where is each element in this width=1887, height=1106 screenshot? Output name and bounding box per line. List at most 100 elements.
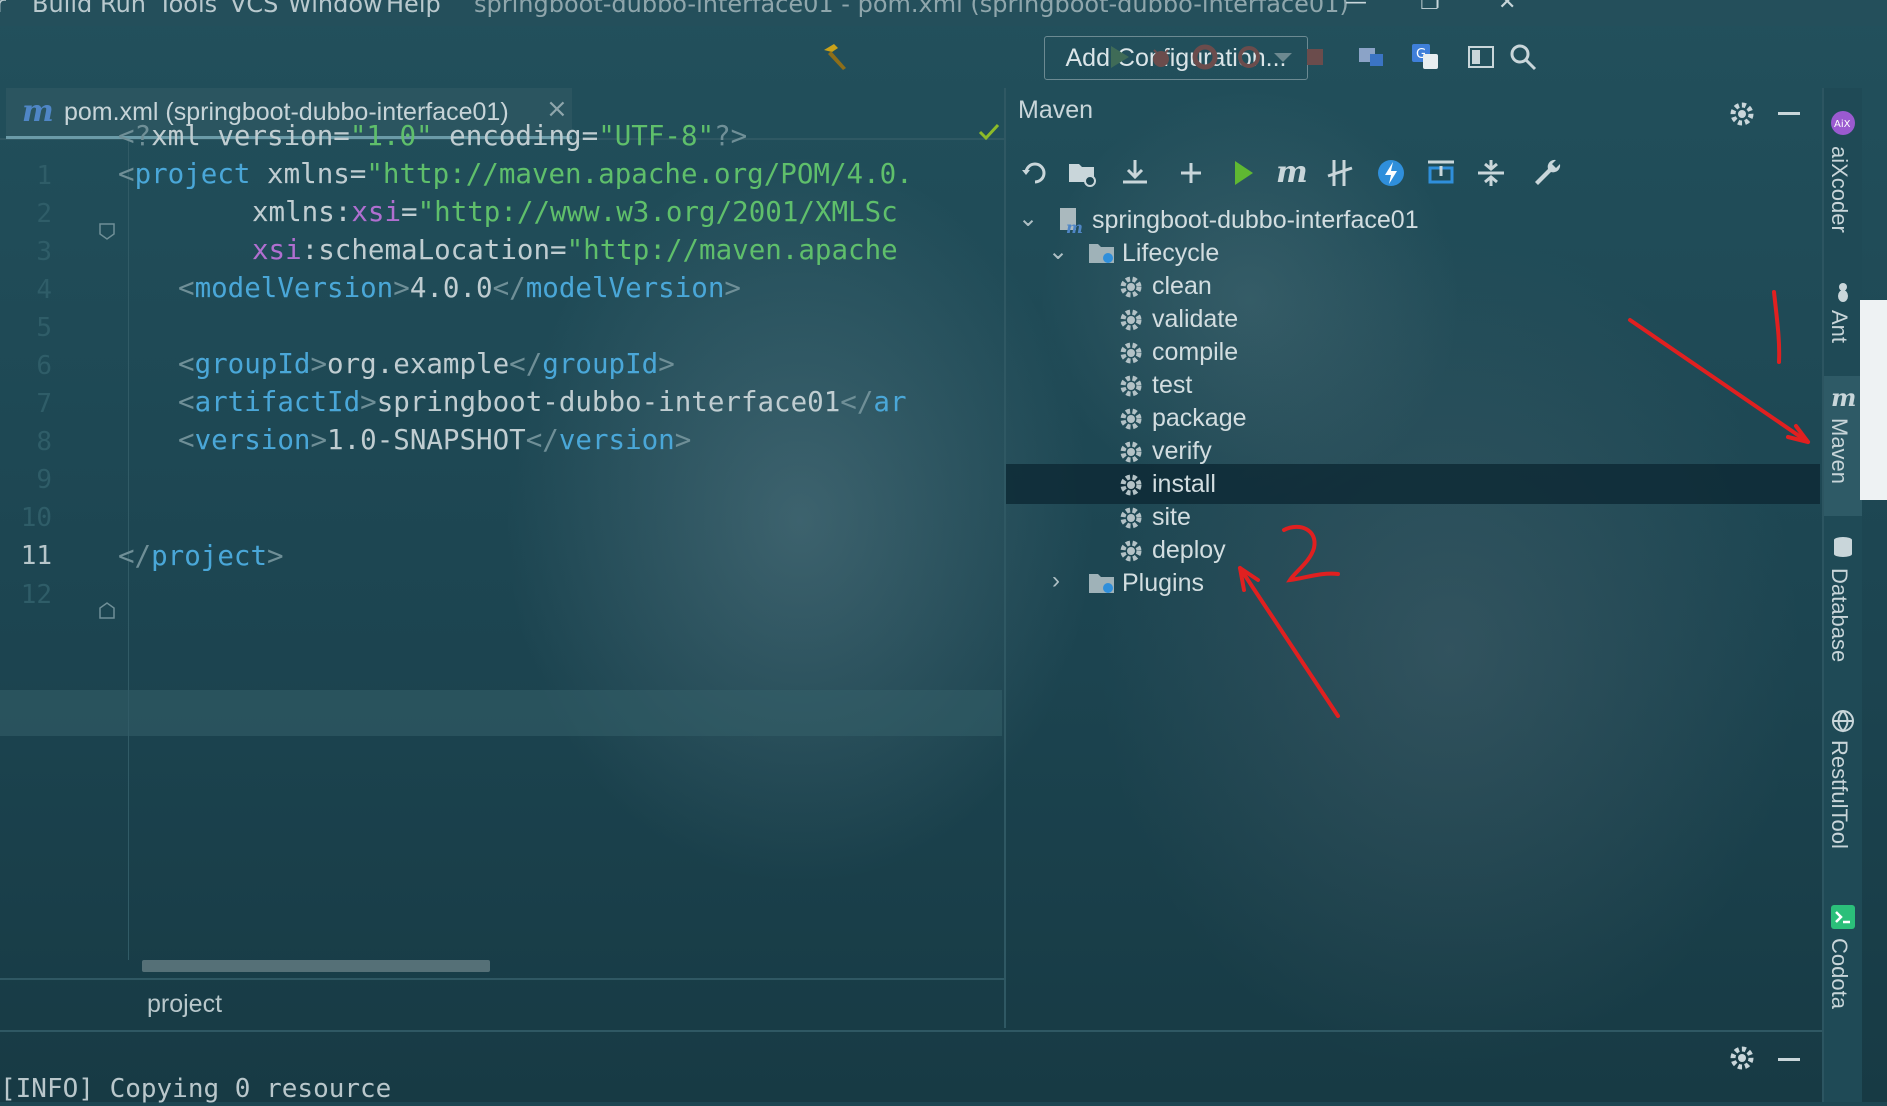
phase-gear-icon bbox=[1120, 540, 1142, 562]
hide-panel-icon[interactable] bbox=[1778, 112, 1800, 115]
editor-pane: m pom.xml (springboot-dubbo-interface01)… bbox=[0, 88, 1006, 1028]
generate-sources-icon[interactable] bbox=[1066, 156, 1100, 190]
line-number: 12 bbox=[20, 580, 52, 610]
skip-tests-icon[interactable] bbox=[1374, 156, 1408, 190]
chevron-down-icon[interactable]: ⌄ bbox=[1018, 204, 1038, 233]
code-line-7[interactable]: <groupId>org.example</groupId> bbox=[178, 348, 675, 380]
code-line-12[interactable]: </project> bbox=[118, 540, 284, 572]
code-line-2[interactable]: <project xmlns="http://maven.apache.org/… bbox=[118, 158, 913, 190]
debug-icon[interactable] bbox=[1146, 42, 1176, 72]
add-icon[interactable] bbox=[1174, 156, 1208, 190]
execute-goal-icon[interactable]: m bbox=[1274, 156, 1308, 190]
tree-lifecycle-label: Lifecycle bbox=[1122, 239, 1220, 267]
chevron-down-icon[interactable] bbox=[1268, 42, 1298, 72]
maven-panel-title: Maven bbox=[1018, 96, 1094, 124]
build-hammer-icon[interactable] bbox=[820, 42, 850, 72]
bottom-panel: [INFO] Copying 0 resource bbox=[0, 1030, 1822, 1104]
menu-run[interactable]: Run bbox=[100, 0, 146, 18]
toggle-offline-icon[interactable] bbox=[1324, 156, 1358, 190]
hide-panel-icon[interactable] bbox=[1778, 1058, 1800, 1061]
phase-label: install bbox=[1152, 470, 1216, 498]
stop-icon[interactable] bbox=[1300, 42, 1330, 72]
tool-aixcoder[interactable]: aiXcoder bbox=[1826, 146, 1852, 233]
coverage-icon[interactable] bbox=[1190, 42, 1220, 72]
phase-label: deploy bbox=[1152, 536, 1226, 564]
menu-build[interactable]: Build bbox=[32, 0, 92, 18]
line-number: 5 bbox=[36, 313, 52, 343]
tool-ant[interactable]: Ant bbox=[1826, 310, 1852, 343]
background-window-fragment bbox=[1860, 300, 1887, 500]
phase-label: clean bbox=[1152, 272, 1212, 300]
folder-icon bbox=[1089, 244, 1114, 263]
line-number: 9 bbox=[36, 465, 52, 495]
maven-toolbar: m bbox=[1006, 148, 1820, 198]
line-number: 4 bbox=[36, 275, 52, 305]
menu-fragment: r bbox=[0, 0, 6, 18]
project-structure-icon[interactable] bbox=[1356, 42, 1386, 72]
phase-label: verify bbox=[1152, 437, 1212, 465]
menu-tools[interactable]: Tools bbox=[158, 0, 217, 18]
line-number: 2 bbox=[36, 199, 52, 229]
code-line-5[interactable]: <modelVersion>4.0.0</modelVersion> bbox=[178, 272, 741, 304]
phase-gear-icon bbox=[1120, 507, 1142, 529]
tree-plugins[interactable]: › Plugins bbox=[1006, 563, 1820, 603]
profile-icon[interactable] bbox=[1234, 42, 1264, 72]
reload-icon[interactable] bbox=[1018, 156, 1052, 190]
show-dependencies-icon[interactable] bbox=[1424, 156, 1458, 190]
inspection-ok-icon[interactable] bbox=[978, 122, 1000, 142]
tool-codota[interactable]: Codota bbox=[1826, 938, 1852, 1009]
chevron-down-icon[interactable]: ⌄ bbox=[1048, 237, 1068, 266]
code-line-9[interactable]: <version>1.0-SNAPSHOT</version> bbox=[178, 424, 691, 456]
close-window-icon[interactable]: ✕ bbox=[1498, 0, 1516, 15]
download-icon[interactable] bbox=[1118, 156, 1152, 190]
wrench-icon[interactable] bbox=[1530, 156, 1564, 190]
codota-icon bbox=[1831, 905, 1855, 929]
breadcrumb-item[interactable]: project bbox=[147, 990, 222, 1019]
menu-vcs[interactable]: VCS bbox=[230, 0, 278, 18]
terminal-layout-icon[interactable] bbox=[1466, 42, 1496, 72]
phase-label: validate bbox=[1152, 305, 1239, 333]
tool-database[interactable]: Database bbox=[1826, 568, 1852, 662]
translate-icon[interactable]: G bbox=[1410, 42, 1440, 72]
phase-gear-icon bbox=[1120, 375, 1142, 397]
horizontal-scrollbar[interactable] bbox=[142, 960, 490, 972]
globe-icon bbox=[1832, 710, 1854, 733]
code-line-8[interactable]: <artifactId>springboot-dubbo-interface01… bbox=[178, 386, 907, 418]
ant-icon bbox=[1838, 283, 1848, 302]
search-icon[interactable] bbox=[1508, 42, 1538, 72]
menu-help[interactable]: Help bbox=[386, 0, 441, 18]
breadcrumb: project bbox=[0, 978, 1004, 1030]
minimize-icon[interactable]: — bbox=[1345, 0, 1367, 15]
maven-panel: Maven m ⌄ m springboot-dubbo-interface01… bbox=[1006, 88, 1820, 1028]
gear-icon[interactable] bbox=[1728, 100, 1756, 128]
folder-icon bbox=[1089, 574, 1114, 593]
code-line-4[interactable]: xsi:schemaLocation="http://maven.apache bbox=[252, 234, 898, 266]
menu-window[interactable]: Window bbox=[288, 0, 383, 18]
right-tool-strip: AiX aiXcoder Ant m Maven Database Restfu… bbox=[1822, 88, 1862, 1102]
phase-gear-icon bbox=[1120, 342, 1142, 364]
collapse-all-icon[interactable] bbox=[1474, 156, 1508, 190]
fold-end-icon[interactable] bbox=[98, 602, 116, 620]
phase-label: site bbox=[1152, 503, 1191, 531]
line-number: 10 bbox=[20, 503, 52, 533]
code-line-3[interactable]: xmlns:xsi="http://www.w3.org/2001/XMLSc bbox=[252, 196, 898, 228]
tree-plugins-label: Plugins bbox=[1122, 569, 1204, 597]
line-gutter: 1 2 3 4 5 6 7 8 9 10 11 12 bbox=[0, 140, 129, 960]
maven-file-icon: m bbox=[22, 94, 54, 129]
maven-project-icon: m bbox=[1060, 208, 1083, 234]
line-number: 1 bbox=[36, 161, 52, 191]
maximize-icon[interactable]: ❐ bbox=[1420, 0, 1440, 15]
svg-text:m: m bbox=[1276, 156, 1308, 190]
fold-icon[interactable] bbox=[98, 222, 116, 240]
run-icon[interactable] bbox=[1104, 42, 1134, 72]
phase-label: compile bbox=[1152, 338, 1239, 366]
line-number: 7 bbox=[36, 389, 52, 419]
tool-restfultool[interactable]: RestfulTool bbox=[1826, 740, 1852, 849]
gear-icon[interactable] bbox=[1728, 1044, 1756, 1072]
run-maven-icon[interactable] bbox=[1226, 156, 1260, 190]
code-line-1[interactable]: <?xml version="1.0" encoding="UTF-8"?> bbox=[118, 120, 747, 152]
chevron-right-icon[interactable]: › bbox=[1052, 567, 1060, 595]
window-title: springboot-dubbo-interface01 - pom.xml (… bbox=[474, 0, 1349, 18]
tool-maven[interactable]: Maven bbox=[1826, 418, 1852, 484]
database-icon bbox=[1834, 537, 1852, 557]
